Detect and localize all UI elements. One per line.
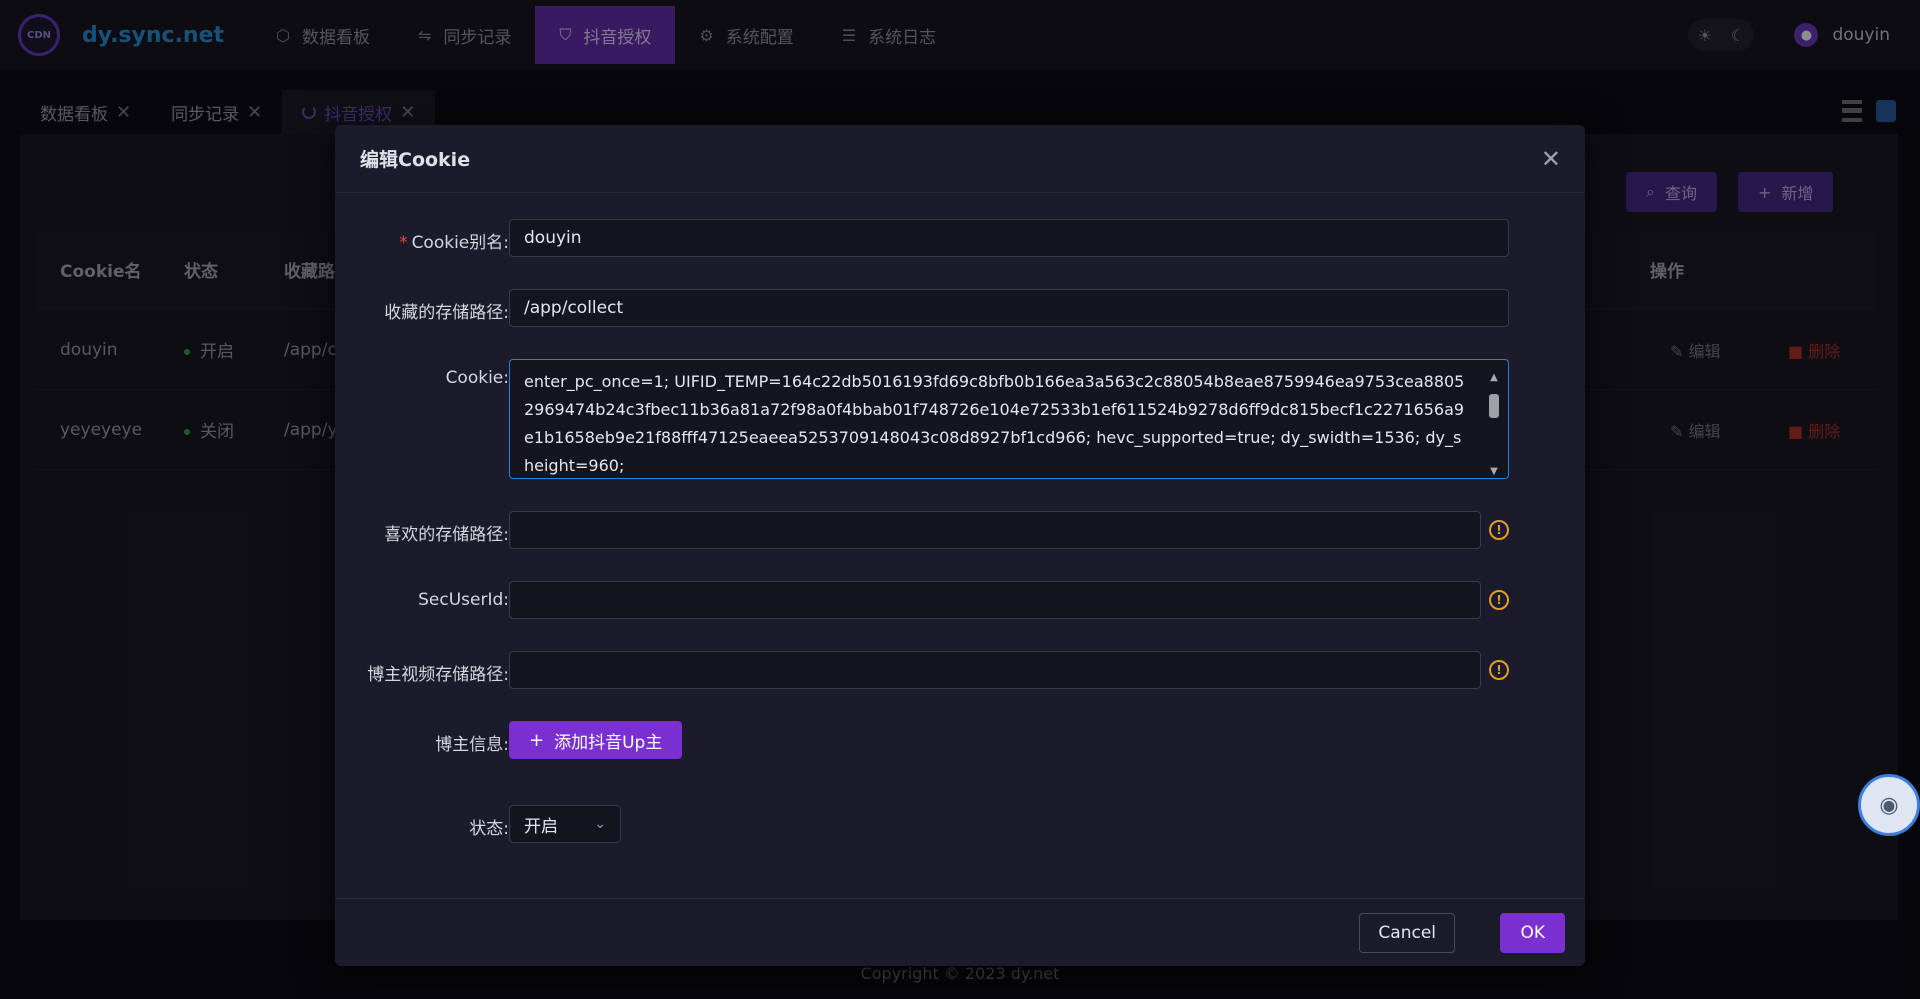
chevron-down-icon: ⌄ — [594, 816, 606, 832]
cookie-text: enter_pc_once=1; UIFID_TEMP=164c22db5016… — [524, 372, 1465, 475]
field-label: 博主信息: — [435, 735, 509, 755]
collect-path-input[interactable]: /app/collect — [509, 289, 1509, 327]
add-up-label: 添加抖音Up主 — [554, 732, 663, 753]
info-icon[interactable]: ! — [1489, 590, 1509, 610]
required-mark: * — [399, 233, 408, 253]
scroll-down-icon[interactable]: ▼ — [1488, 458, 1500, 478]
secuserid-input[interactable] — [509, 581, 1481, 619]
cancel-button[interactable]: Cancel — [1359, 913, 1455, 953]
info-icon[interactable]: ! — [1489, 520, 1509, 540]
dialog-title: 编辑Cookie — [360, 149, 471, 171]
textarea-scrollbar[interactable]: ▲ ▼ — [1488, 364, 1500, 477]
status-select[interactable]: 开启 ⌄ — [509, 805, 621, 843]
cookie-textarea[interactable]: enter_pc_once=1; UIFID_TEMP=164c22db5016… — [509, 359, 1509, 479]
ok-button[interactable]: OK — [1500, 913, 1565, 953]
info-icon[interactable]: ! — [1489, 660, 1509, 680]
status-selected: 开启 — [524, 816, 558, 837]
scroll-up-icon[interactable]: ▲ — [1488, 364, 1500, 392]
field-label: 博主视频存储路径: — [367, 665, 509, 685]
plus-icon: + — [529, 729, 545, 751]
upvideo-path-input[interactable] — [509, 651, 1481, 689]
alias-label: Cookie别名: — [411, 233, 509, 253]
field-label: 收藏的存储路径: — [384, 303, 509, 323]
assistant-avatar-icon[interactable]: ◉ — [1858, 774, 1920, 836]
field-label: * Cookie别名: — [329, 228, 509, 253]
scroll-thumb[interactable] — [1489, 394, 1499, 418]
field-label: SecUserId: — [418, 590, 509, 610]
alias-input[interactable]: douyin — [509, 219, 1509, 257]
field-label: 状态: — [469, 819, 509, 839]
like-path-input[interactable] — [509, 511, 1481, 549]
field-label: 喜欢的存储路径: — [384, 525, 509, 545]
dialog-header: 编辑Cookie ✕ — [335, 125, 1585, 193]
add-up-button[interactable]: + 添加抖音Up主 — [509, 721, 683, 759]
field-label: Cookie: — [445, 368, 509, 388]
dialog-footer: Cancel OK — [335, 898, 1585, 966]
close-icon[interactable]: ✕ — [1541, 145, 1561, 173]
edit-cookie-dialog: 编辑Cookie ✕ * Cookie别名: douyin 收藏的存储路径: /a… — [335, 125, 1585, 966]
